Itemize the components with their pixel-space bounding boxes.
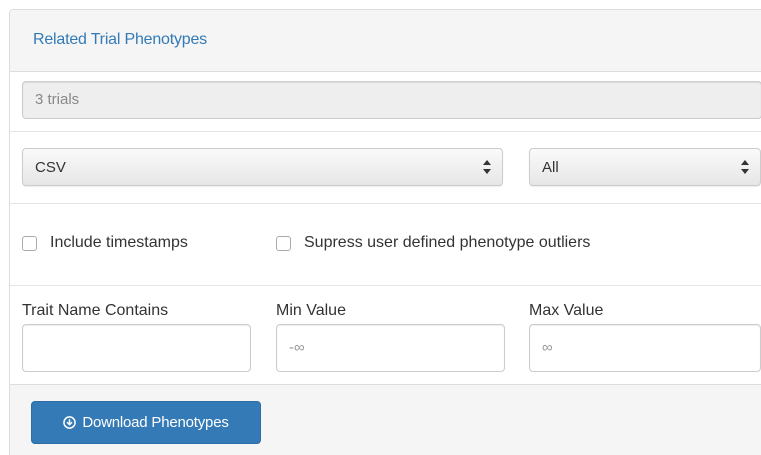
max-value-label: Max Value (529, 302, 604, 319)
include-timestamps-checkbox[interactable] (22, 235, 37, 251)
suppress-outliers-label: Supress user defined phenotype outliers (304, 234, 591, 251)
trait-name-label: Trait Name Contains (22, 302, 169, 319)
include-timestamps-label: Include timestamps (50, 234, 188, 251)
min-value-label: Min Value (276, 302, 346, 319)
panel-title: Related Trial Phenotypes (33, 31, 207, 48)
scope-select[interactable]: All (529, 148, 761, 186)
download-phenotypes-label: Download Phenotypes (82, 414, 229, 431)
format-select-value: CSV (35, 159, 66, 176)
download-phenotypes-button[interactable]: Download Phenotypes (31, 401, 261, 444)
format-select[interactable]: CSV (22, 148, 503, 186)
select-arrows-icon (741, 160, 749, 174)
trait-name-input[interactable] (22, 324, 251, 372)
divider (10, 203, 761, 204)
max-value-input[interactable]: ∞ (529, 324, 761, 372)
divider (10, 131, 761, 132)
select-arrows-icon (483, 160, 491, 174)
trials-field: 3 trials (22, 81, 761, 119)
include-timestamps-option[interactable]: Include timestamps (22, 234, 188, 252)
download-circle-icon (63, 416, 77, 429)
suppress-outliers-checkbox[interactable] (276, 235, 291, 251)
min-value-input[interactable]: -∞ (276, 324, 505, 372)
divider (10, 285, 761, 286)
scope-select-value: All (542, 159, 559, 176)
suppress-outliers-option[interactable]: Supress user defined phenotype outliers (276, 234, 590, 252)
panel-heading: Related Trial Phenotypes (10, 10, 761, 72)
